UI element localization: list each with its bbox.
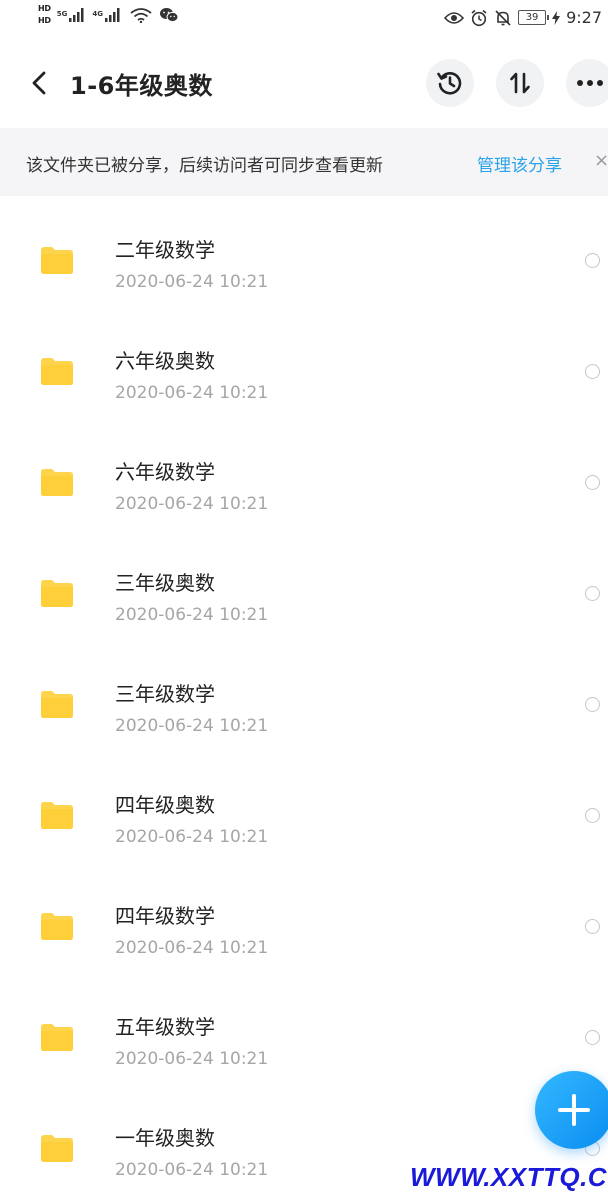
title-bar: 1-6年级奥数 [0,40,608,128]
share-banner: 该文件夹已被分享，后续访问者可同步查看更新 管理该分享 × [0,128,608,196]
file-date: 2020-06-24 10:21 [115,605,269,625]
add-button[interactable] [535,1071,608,1149]
status-left: HD HD 5G 4G [38,4,179,25]
status-right: 39 9:27 [444,8,602,27]
hd-badge-2: HD [38,16,51,25]
folder-icon [41,1135,73,1162]
file-date: 2020-06-24 10:21 [115,827,269,847]
file-name: 二年级数学 [115,238,215,262]
file-name: 四年级数学 [115,904,215,928]
file-date: 2020-06-24 10:21 [115,494,269,514]
status-time: 9:27 [566,8,602,27]
page-title: 1-6年级奥数 [70,72,213,100]
wechat-icon [160,7,179,22]
signal-strength-icon [105,7,120,22]
alarm-icon [471,9,487,26]
folder-icon [41,802,73,829]
list-item[interactable]: 三年级奥数 2020-06-24 10:21 [0,529,608,640]
select-checkbox[interactable] [585,364,600,379]
sort-icon [510,72,530,94]
sort-button[interactable] [496,59,544,107]
folder-icon [41,358,73,385]
file-date: 2020-06-24 10:21 [115,272,269,292]
file-name: 五年级数学 [115,1015,215,1039]
list-item[interactable]: 二年级数学 2020-06-24 10:21 [0,196,608,307]
screen: HD HD 5G 4G 39 9:27 1-6年级奥数 该文件夹已被分享，后续访… [0,0,608,1200]
hd-badge-1: HD [38,4,51,13]
list-item[interactable]: 六年级数学 2020-06-24 10:21 [0,418,608,529]
select-checkbox[interactable] [585,697,600,712]
history-icon [437,72,462,95]
battery-level: 39 [518,10,547,25]
battery-tip [547,15,550,20]
folder-icon [41,469,73,496]
share-notice-text: 该文件夹已被分享，后续访问者可同步查看更新 [26,156,383,176]
wifi-icon [130,7,152,23]
list-item[interactable]: 四年级数学 2020-06-24 10:21 [0,862,608,973]
select-checkbox[interactable] [585,253,600,268]
manage-share-link[interactable]: 管理该分享 [477,151,562,176]
charging-icon [552,10,561,25]
mute-bell-icon [495,9,511,26]
select-checkbox[interactable] [585,586,600,601]
file-list: 二年级数学 2020-06-24 10:21 六年级奥数 2020-06-24 … [0,196,608,1195]
folder-icon [41,1024,73,1051]
signal-group-1: 5G [57,7,87,23]
select-checkbox[interactable] [585,808,600,823]
file-date: 2020-06-24 10:21 [115,383,269,403]
file-date: 2020-06-24 10:21 [115,1049,269,1069]
signal-group-2: 4G [92,7,122,23]
file-name: 三年级数学 [115,682,215,706]
battery-indicator: 39 [518,10,550,25]
signal-2-tech: 4G [92,9,103,18]
list-item[interactable]: 六年级奥数 2020-06-24 10:21 [0,307,608,418]
history-button[interactable] [426,59,474,107]
plus-icon [558,1094,590,1126]
file-name: 六年级数学 [115,460,215,484]
signal-strength-icon [69,7,84,22]
list-item[interactable]: 五年级数学 2020-06-24 10:21 [0,973,608,1084]
file-date: 2020-06-24 10:21 [115,1160,269,1180]
status-bar: HD HD 5G 4G 39 9:27 [0,0,608,40]
watermark: WWW.XXTTQ.COM [410,1162,608,1192]
select-checkbox[interactable] [585,919,600,934]
signal-1-tech: 5G [56,9,68,18]
file-name: 六年级奥数 [115,349,215,373]
file-name: 四年级奥数 [115,793,215,817]
list-item[interactable]: 三年级数学 2020-06-24 10:21 [0,640,608,751]
list-item[interactable]: 四年级奥数 2020-06-24 10:21 [0,751,608,862]
file-name: 三年级奥数 [115,571,215,595]
select-checkbox[interactable] [585,475,600,490]
back-arrow-icon [32,71,46,95]
more-button[interactable] [566,59,608,107]
eye-icon [444,11,465,24]
back-button[interactable] [24,68,54,98]
file-date: 2020-06-24 10:21 [115,716,269,736]
folder-icon [41,247,73,274]
folder-icon [41,691,73,718]
folder-icon [41,913,73,940]
file-date: 2020-06-24 10:21 [115,938,269,958]
more-icon [577,80,603,86]
close-banner-button[interactable]: × [594,150,608,171]
hd-badges: HD HD [38,4,51,25]
select-checkbox[interactable] [585,1030,600,1045]
file-name: 一年级奥数 [115,1126,215,1150]
folder-icon [41,580,73,607]
